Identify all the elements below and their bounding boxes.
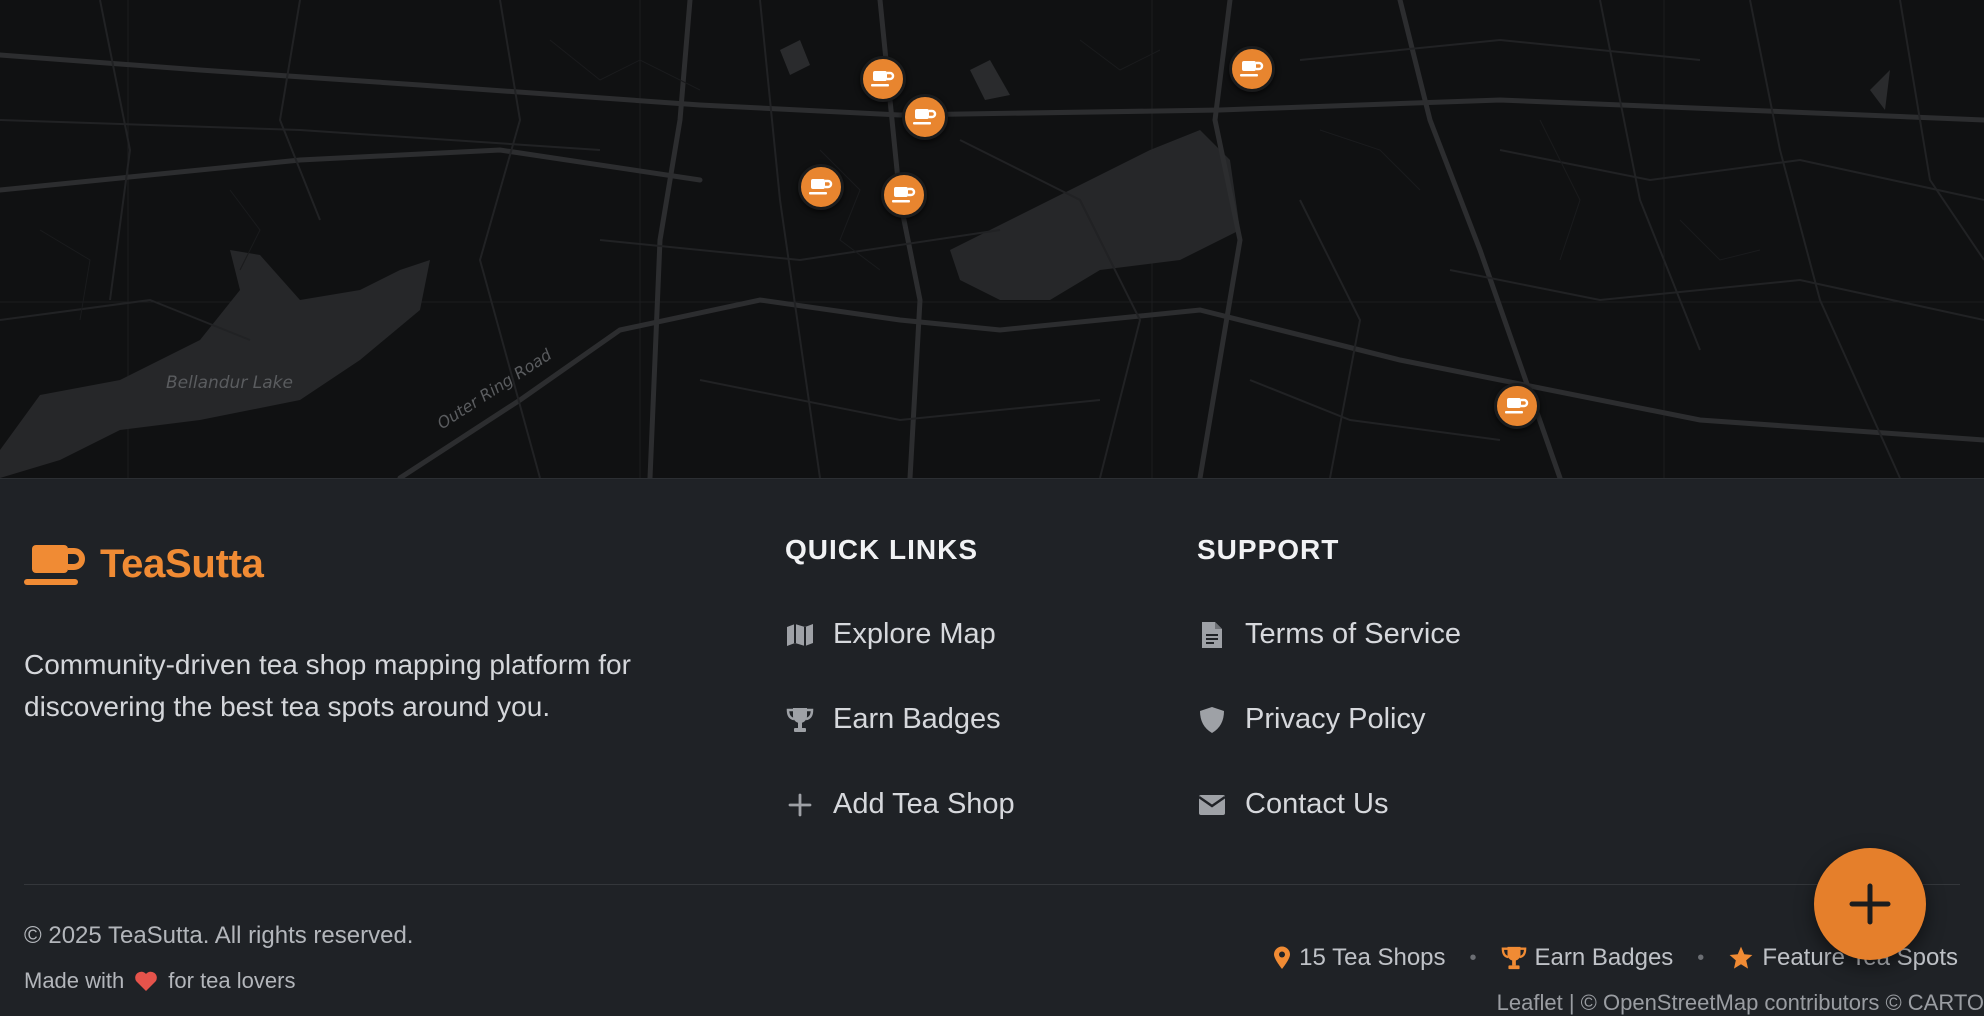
- copyright: © 2025 TeaSutta. All rights reserved.: [24, 922, 414, 949]
- envelope-icon: [1197, 790, 1227, 820]
- map-tiles: [0, 0, 1984, 478]
- plus-icon: [1849, 883, 1891, 925]
- trophy-icon: [785, 705, 815, 735]
- stat-label: Earn Badges: [1534, 944, 1674, 971]
- stat-label: 15 Tea Shops: [1299, 944, 1446, 971]
- quick-links-title: QUICK LINKS: [785, 534, 978, 565]
- tea-cup-icon: [871, 71, 895, 87]
- add-tea-shop-fab[interactable]: [1814, 848, 1926, 960]
- made-with-suffix: for tea lovers: [168, 968, 296, 993]
- brand-name: TeaSutta: [100, 542, 264, 586]
- support-title: SUPPORT: [1197, 534, 1340, 565]
- separator-dot: •: [1469, 946, 1477, 969]
- quick-link-add-tea-shop[interactable]: Add Tea Shop: [785, 788, 1015, 821]
- support-link-privacy[interactable]: Privacy Policy: [1197, 703, 1426, 736]
- tea-shop-marker[interactable]: [1494, 383, 1540, 429]
- tea-cup-icon: [1240, 61, 1264, 77]
- brand-logo[interactable]: TeaSutta: [24, 542, 264, 587]
- quick-link-label: Explore Map: [833, 618, 996, 650]
- made-with-line: Made with for tea lovers: [24, 968, 295, 994]
- tea-shop-marker[interactable]: [881, 172, 927, 218]
- tea-shop-marker[interactable]: [1229, 46, 1275, 92]
- trophy-icon: [1501, 946, 1526, 970]
- quick-link-label: Add Tea Shop: [833, 788, 1015, 820]
- quick-link-label: Earn Badges: [833, 703, 1001, 735]
- plus-icon: [785, 790, 815, 820]
- made-with-prefix: Made with: [24, 968, 125, 993]
- tea-shop-marker[interactable]: [798, 164, 844, 210]
- map[interactable]: Bellandur Lake Outer Ring Road: [0, 0, 1984, 479]
- tea-shop-marker[interactable]: [902, 94, 948, 140]
- support-link-contact[interactable]: Contact Us: [1197, 788, 1388, 821]
- support-link-label: Contact Us: [1245, 788, 1389, 820]
- star-icon: [1729, 946, 1753, 969]
- support-link-terms[interactable]: Terms of Service: [1197, 618, 1461, 651]
- separator-dot: •: [1697, 946, 1705, 969]
- document-icon: [1197, 620, 1227, 650]
- tea-cup-icon: [892, 187, 916, 203]
- tagline: Community-driven tea shop mapping platfo…: [24, 649, 631, 722]
- tea-cup-icon: [1505, 398, 1529, 414]
- tea-cup-icon: [24, 544, 85, 585]
- tea-shop-marker[interactable]: [860, 56, 906, 102]
- quick-link-earn-badges[interactable]: Earn Badges: [785, 703, 1001, 736]
- map-attribution[interactable]: Leaflet | © OpenStreetMap contributors ©…: [1497, 990, 1984, 1016]
- stat-earn-badges[interactable]: Earn Badges: [1501, 944, 1674, 972]
- map-icon: [785, 620, 815, 650]
- tea-cup-icon: [913, 109, 937, 125]
- footer-divider: [24, 884, 1960, 885]
- lake-label: Bellandur Lake: [166, 373, 293, 393]
- stat-tea-shops[interactable]: 15 Tea Shops: [1273, 944, 1446, 972]
- quick-link-explore-map[interactable]: Explore Map: [785, 618, 996, 651]
- support-link-label: Privacy Policy: [1245, 703, 1426, 735]
- support-link-label: Terms of Service: [1245, 618, 1461, 650]
- tea-cup-icon: [809, 179, 833, 195]
- heart-icon: [135, 971, 158, 991]
- map-pin-icon: [1274, 946, 1291, 969]
- shield-icon: [1197, 705, 1227, 735]
